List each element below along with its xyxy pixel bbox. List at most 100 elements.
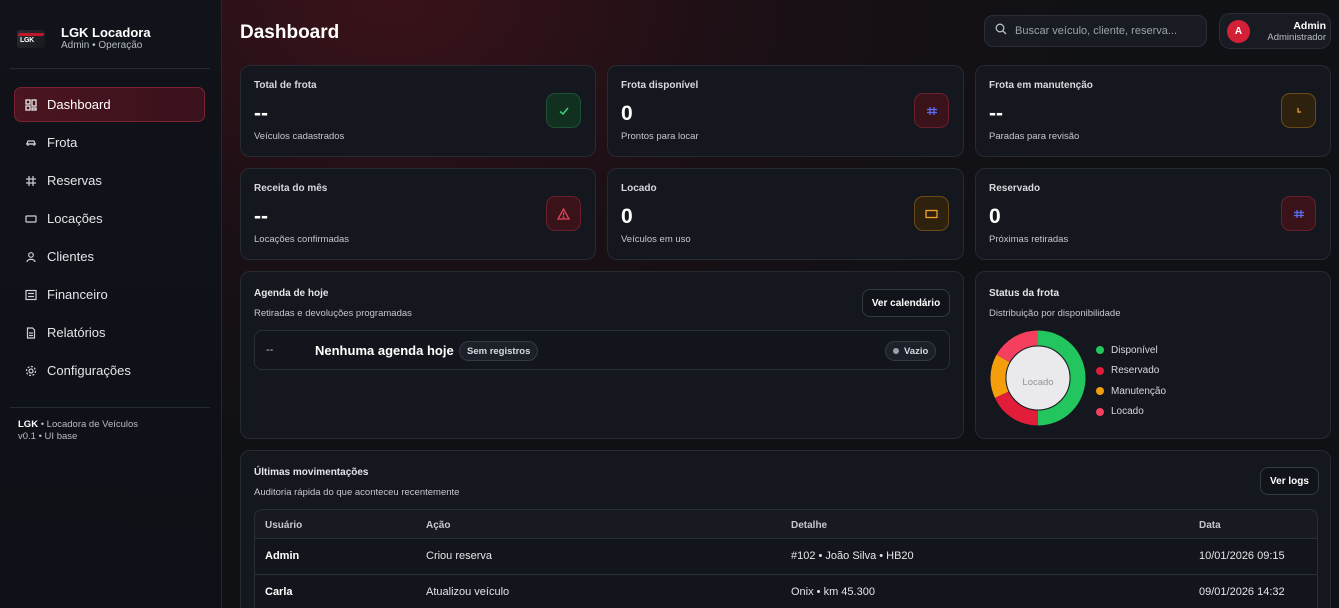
- fleet-legend: Disponível Reservado Manutenção Locado: [1096, 340, 1166, 422]
- legend-item: Reservado: [1096, 361, 1166, 382]
- sidebar-item-financeiro[interactable]: Financeiro: [14, 277, 205, 312]
- kpi-card-frota-manutencao: Frota em manutenção -- Paradas para revi…: [975, 65, 1331, 157]
- table-row[interactable]: Admin Criou reserva #102 • João Silva • …: [254, 539, 1318, 575]
- legend-swatch: [1096, 387, 1104, 396]
- footer-version: v0.1 • UI base: [18, 431, 78, 442]
- kpi-card-receita: Receita do mês -- Locações confirmadas: [240, 168, 596, 260]
- movements-title: Últimas movimentações: [254, 467, 369, 478]
- user-menu[interactable]: A Admin Administrador: [1219, 13, 1331, 49]
- kpi-label: Frota em manutenção: [989, 80, 1093, 91]
- legend-label: Reservado: [1111, 365, 1160, 377]
- kpi-sub: Locações confirmadas: [254, 234, 350, 245]
- footer-brand: LGK: [18, 419, 39, 430]
- search-icon: [995, 22, 1007, 40]
- movements-table: Usuário Ação Detalhe Data Admin Criou re…: [254, 509, 1318, 608]
- footer-line1: • Locadora de Veículos: [40, 419, 139, 430]
- wallet-icon: [24, 288, 38, 302]
- no-records-tag: Sem registros: [459, 341, 539, 361]
- sidebar-item-label: Relatórios: [47, 325, 106, 340]
- brand-logo-text: LGK: [20, 37, 34, 44]
- check-icon: [546, 93, 581, 128]
- sidebar-item-reservas[interactable]: Reservas: [14, 163, 205, 198]
- sidebar-nav: Dashboard Frota Reservas Locações Client…: [14, 87, 205, 391]
- calendar-icon: [1281, 196, 1316, 231]
- ver-calendario-button[interactable]: Ver calendário: [862, 289, 950, 317]
- legend-item: Locado: [1096, 402, 1166, 423]
- main-content: Dashboard A Admin Administrador Total de…: [222, 0, 1339, 608]
- legend-label: Locado: [1111, 406, 1144, 418]
- brand-subtitle: Admin • Operação: [61, 40, 143, 51]
- cell-action: Atualizou veículo: [426, 586, 510, 598]
- kpi-sub: Prontos para locar: [621, 131, 699, 142]
- sidebar-item-relatorios[interactable]: Relatórios: [14, 315, 205, 350]
- agenda-title: Agenda de hoje: [254, 288, 329, 299]
- sidebar-item-label: Financeiro: [47, 287, 108, 302]
- page-title: Dashboard: [240, 22, 340, 43]
- brand-logo: LGK: [17, 30, 45, 48]
- user-icon: [24, 250, 38, 264]
- sidebar-item-label: Configurações: [47, 363, 131, 378]
- cell-date: 09/01/2026 14:32: [1199, 586, 1285, 598]
- sidebar-footer: LGK • Locadora de Veículos v0.1 • UI bas…: [18, 419, 138, 443]
- agenda-time: --: [266, 344, 274, 356]
- kpi-sub: Próximas retiradas: [989, 234, 1069, 245]
- calendar-icon: [24, 174, 38, 188]
- search-box[interactable]: [984, 15, 1207, 47]
- legend-swatch: [1096, 407, 1104, 416]
- movements-subtitle: Auditoria rápida do que aconteceu recent…: [254, 487, 460, 498]
- kpi-value: --: [989, 102, 1003, 125]
- legend-item: Disponível: [1096, 340, 1166, 361]
- fleet-status-subtitle: Distribuição por disponibilidade: [989, 308, 1121, 319]
- calendar-icon: [914, 93, 949, 128]
- dashboard-icon: [24, 98, 38, 112]
- search-input[interactable]: [1015, 25, 1195, 37]
- kpi-card-total-frota: Total de frota -- Veículos cadastrados: [240, 65, 596, 157]
- warning-icon: [546, 196, 581, 231]
- status-dot: [893, 348, 899, 354]
- kpi-label: Locado: [621, 183, 657, 194]
- sidebar-item-label: Dashboard: [47, 97, 111, 112]
- sidebar: LGK LGK Locadora Admin • Operação Dashbo…: [0, 0, 222, 608]
- sidebar-item-label: Clientes: [47, 249, 94, 264]
- fleet-status-title: Status da frota: [989, 288, 1060, 299]
- car-icon: [24, 136, 38, 150]
- sidebar-item-clientes[interactable]: Clientes: [14, 239, 205, 274]
- user-role: Administrador: [1267, 31, 1326, 43]
- status-label: Vazio: [904, 345, 929, 357]
- kpi-label: Total de frota: [254, 80, 317, 91]
- brand-name: LGK Locadora: [61, 25, 151, 40]
- sidebar-item-frota[interactable]: Frota: [14, 125, 205, 160]
- agenda-empty-message: Nenhuma agenda hoje: [315, 343, 454, 358]
- kpi-card-reservado: Reservado 0 Próximas retiradas: [975, 168, 1331, 260]
- ver-logs-button[interactable]: Ver logs: [1260, 467, 1319, 495]
- cell-date: 10/01/2026 09:15: [1199, 550, 1285, 562]
- column-header-usuario: Usuário: [265, 520, 303, 531]
- sidebar-item-dashboard[interactable]: Dashboard: [14, 87, 205, 122]
- kpi-card-frota-disponivel: Frota disponível 0 Prontos para locar: [607, 65, 964, 157]
- kpi-value: --: [254, 102, 268, 125]
- sidebar-item-locacoes[interactable]: Locações: [14, 201, 205, 236]
- user-name: Admin: [1293, 19, 1326, 32]
- table-row[interactable]: Carla Atualizou veículo Onix • km 45.300…: [254, 575, 1318, 608]
- legend-label: Manutenção: [1111, 385, 1167, 397]
- sidebar-item-label: Locações: [47, 211, 103, 226]
- agenda-empty-row: -- Nenhuma agenda hoje Sem registros Vaz…: [254, 330, 950, 370]
- kpi-sub: Veículos cadastrados: [254, 131, 345, 142]
- kpi-sub: Veículos em uso: [621, 234, 691, 245]
- divider: [10, 68, 210, 69]
- kpi-value: 0: [621, 102, 633, 125]
- kpi-value: --: [254, 205, 268, 228]
- sidebar-item-label: Frota: [47, 135, 78, 150]
- card-icon: [914, 196, 949, 231]
- donut-center-label: Locado: [1022, 377, 1054, 388]
- agenda-subtitle: Retiradas e devoluções programadas: [254, 308, 412, 319]
- kpi-sub: Paradas para revisão: [989, 131, 1080, 142]
- report-icon: [24, 326, 38, 340]
- fleet-status-card: Status da frota Distribuição por disponi…: [975, 271, 1331, 439]
- sidebar-item-configuracoes[interactable]: Configurações: [14, 353, 205, 388]
- agenda-card: Agenda de hoje Retiradas e devoluções pr…: [240, 271, 964, 439]
- brand[interactable]: LGK LGK Locadora Admin • Operação: [17, 24, 207, 54]
- sidebar-item-label: Reservas: [47, 173, 102, 188]
- legend-swatch: [1096, 346, 1104, 355]
- legend-swatch: [1096, 366, 1104, 375]
